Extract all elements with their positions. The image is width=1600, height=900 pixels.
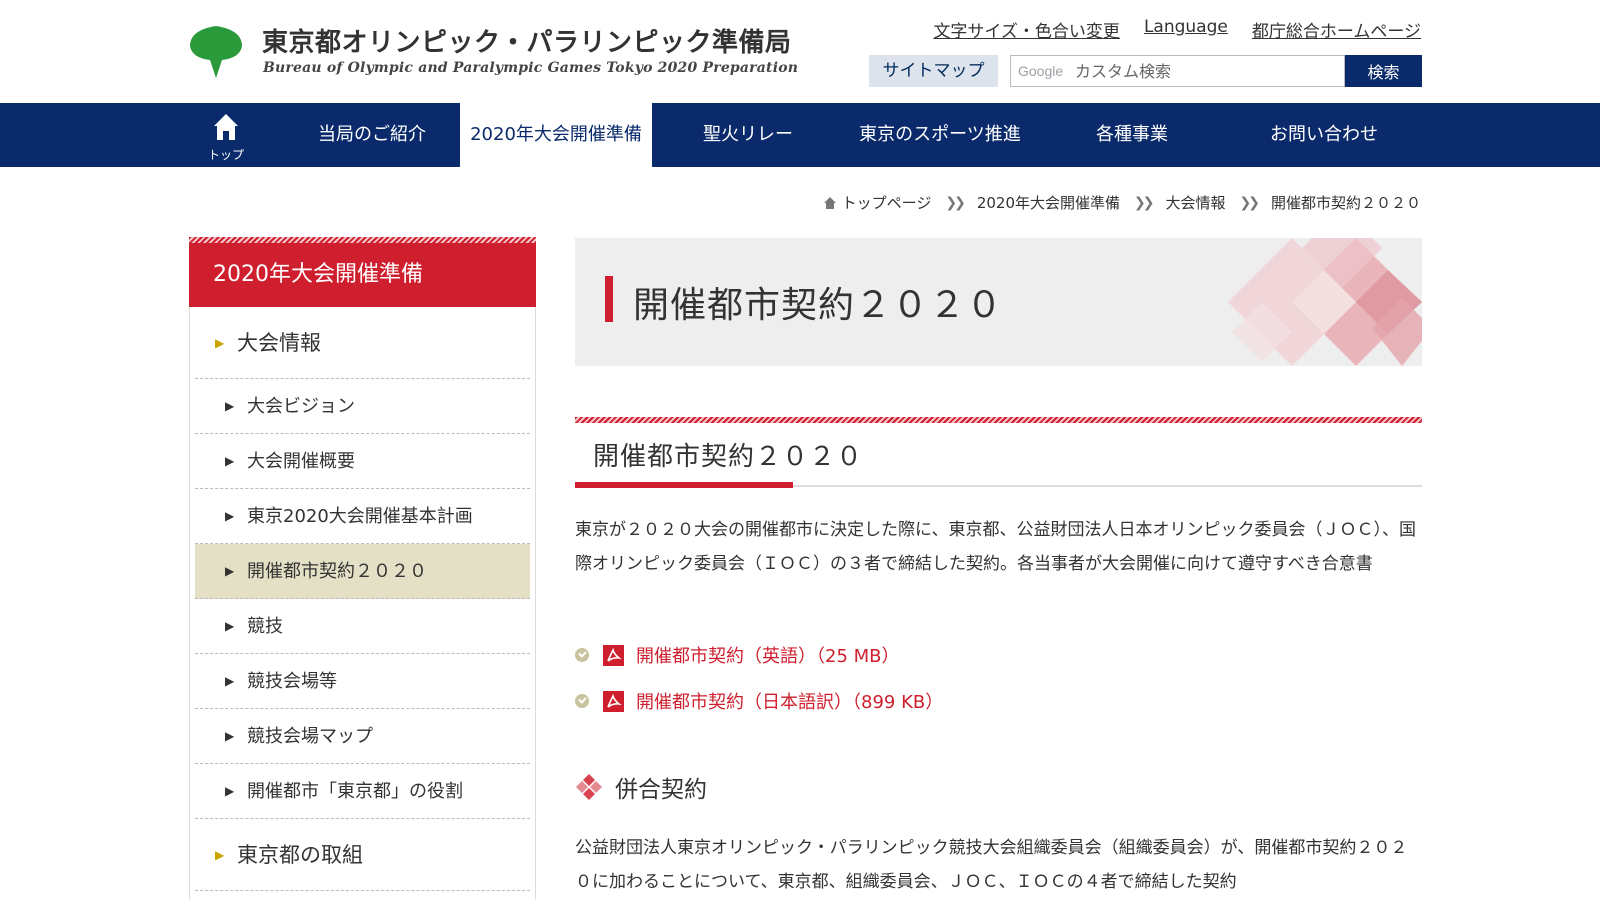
sidebar-item-label: 大会ビジョン	[247, 396, 355, 417]
triangle-right-icon: ▶	[225, 674, 235, 688]
nav-home-label: トップ	[207, 148, 244, 162]
sidebar-item-label: 競技	[247, 616, 283, 637]
sidebar-item-label: 開催都市「東京都」の役割	[247, 781, 463, 802]
check-circle-icon	[575, 648, 589, 662]
chevron-right-icon: ❯❯	[945, 194, 966, 211]
page-title: 開催都市契約２０２０	[633, 285, 1004, 326]
contract-description: 東京が２０２０大会の開催都市に決定した際に、東京都、公益財団法人日本オリンピック…	[575, 520, 1416, 574]
sidebar: 2020年大会開催準備 ▶ 大会情報 ▶ 大会ビジョン ▶ 大会開催概要 ▶ 東…	[189, 237, 536, 900]
breadcrumb: トップページ ❯❯ 2020年大会開催準備 ❯❯ 大会情報 ❯❯ 開催都市契約２…	[823, 192, 1421, 213]
download-link-english[interactable]: 開催都市契約（英語）（25 MB）	[575, 642, 900, 668]
section-heading: 開催都市契約２０２０	[593, 442, 864, 472]
nav-item-projects[interactable]: 各種事業	[1036, 103, 1228, 167]
triangle-right-icon: ▶	[225, 454, 235, 468]
sidebar-item-label: 東京2020大会開催基本計画	[247, 506, 473, 527]
breadcrumb-current: 開催都市契約２０２０	[1270, 194, 1421, 212]
triangle-right-icon: ▶	[225, 399, 235, 413]
diamond-pattern-decoration	[1228, 238, 1422, 366]
sidebar-list: ▶ 大会情報 ▶ 大会ビジョン ▶ 大会開催概要 ▶ 東京2020大会開催基本計…	[195, 307, 530, 891]
triangle-right-icon: ▶	[225, 729, 235, 743]
utility-links: 文字サイズ・色合い変更 Language 都庁総合ホームページ	[933, 17, 1421, 42]
site-subtitle: Bureau of Olympic and Paralympic Games T…	[263, 60, 799, 76]
site-header: 東京都オリンピック・パラリンピック準備局 Bureau of Olympic a…	[0, 0, 1600, 103]
sidebar-item-venues[interactable]: ▶ 競技会場等	[195, 654, 530, 709]
triangle-right-icon: ▶	[225, 619, 235, 633]
sidebar-item-label: 大会開催概要	[247, 451, 355, 472]
nav-item-about[interactable]: 当局のご紹介	[284, 103, 460, 167]
nav-home[interactable]: トップ	[196, 103, 256, 167]
subsection-description: 公益財団法人東京オリンピック・パラリンピック競技大会組織委員会（組織委員会）が、…	[575, 838, 1408, 892]
sidebar-item-sports[interactable]: ▶ 競技	[195, 599, 530, 654]
sidebar-item-basic-plan[interactable]: ▶ 東京2020大会開催基本計画	[195, 489, 530, 544]
breadcrumb-top[interactable]: トップページ	[842, 192, 932, 213]
breadcrumb-2020-preparation[interactable]: 2020年大会開催準備	[977, 192, 1120, 213]
sidebar-item-vision[interactable]: ▶ 大会ビジョン	[195, 379, 530, 434]
sidebar-heading[interactable]: 2020年大会開催準備	[189, 243, 536, 307]
sidebar-item-host-city-contract[interactable]: ▶ 開催都市契約２０２０	[195, 544, 530, 599]
breadcrumb-games-info[interactable]: 大会情報	[1166, 192, 1226, 213]
nav-item-sports-promotion[interactable]: 東京のスポーツ推進	[844, 103, 1036, 167]
section-divider-accent	[575, 482, 793, 488]
sidebar-item-label: 東京都の取組	[237, 843, 363, 867]
subsection-heading: 併合契約	[575, 770, 707, 804]
subsection-title: 併合契約	[615, 777, 707, 803]
chevron-right-icon: ❯❯	[1134, 194, 1155, 211]
check-circle-icon	[575, 694, 589, 708]
triangle-right-icon: ▶	[215, 336, 225, 350]
home-icon	[823, 196, 836, 209]
global-nav: トップ 当局のご紹介 2020年大会開催準備 聖火リレー 東京のスポーツ推進 各…	[0, 103, 1600, 167]
sidebar-item-label: 競技会場マップ	[247, 726, 373, 747]
triangle-right-icon: ▶	[215, 848, 225, 862]
triangle-right-icon: ▶	[225, 564, 235, 578]
triangle-right-icon: ▶	[225, 784, 235, 798]
sidebar-item-label: 競技会場等	[247, 671, 337, 692]
metropolitan-homepage-link[interactable]: 都庁総合ホームページ	[1252, 17, 1421, 42]
section-stripe	[575, 417, 1422, 423]
chevron-right-icon: ❯❯	[1239, 194, 1261, 211]
google-brand-label: Google	[1018, 63, 1064, 79]
sidebar-item-tokyo-efforts[interactable]: ▶ 東京都の取組	[195, 819, 530, 891]
download-link-label: 開催都市契約（英語）（25 MB）	[636, 646, 900, 667]
sitemap-button[interactable]: サイトマップ	[869, 55, 998, 87]
sidebar-item-label: 大会情報	[237, 331, 321, 355]
download-link-japanese[interactable]: 開催都市契約（日本語訳）（899 KB）	[575, 688, 943, 714]
search-button[interactable]: 検索	[1345, 55, 1422, 87]
language-link[interactable]: Language	[1144, 17, 1228, 42]
text-size-color-link[interactable]: 文字サイズ・色合い変更	[933, 17, 1120, 42]
nav-item-torch-relay[interactable]: 聖火リレー	[652, 103, 844, 167]
home-icon	[214, 114, 238, 140]
title-accent-bar	[605, 276, 613, 322]
page-title-banner: 開催都市契約２０２０	[575, 238, 1422, 366]
pdf-icon	[603, 690, 624, 712]
sidebar-item-tokyo-role[interactable]: ▶ 開催都市「東京都」の役割	[195, 764, 530, 819]
site-title[interactable]: 東京都オリンピック・パラリンピック準備局	[262, 22, 791, 59]
nav-item-2020-preparation[interactable]: 2020年大会開催準備	[460, 103, 652, 167]
sidebar-item-label: 開催都市契約２０２０	[247, 561, 427, 582]
sidebar-item-venue-map[interactable]: ▶ 競技会場マップ	[195, 709, 530, 764]
red-diamond-icon	[576, 774, 602, 800]
search-input[interactable]	[1075, 56, 1343, 86]
sidebar-item-games-info[interactable]: ▶ 大会情報	[195, 307, 530, 379]
tokyo-ginkgo-logo-icon[interactable]	[188, 24, 244, 80]
download-link-label: 開催都市契約（日本語訳）（899 KB）	[636, 692, 944, 713]
pdf-icon	[603, 644, 624, 666]
search-box: Google	[1010, 55, 1345, 87]
nav-item-contact[interactable]: お問い合わせ	[1228, 103, 1420, 167]
triangle-right-icon: ▶	[225, 509, 235, 523]
sidebar-item-overview[interactable]: ▶ 大会開催概要	[195, 434, 530, 489]
